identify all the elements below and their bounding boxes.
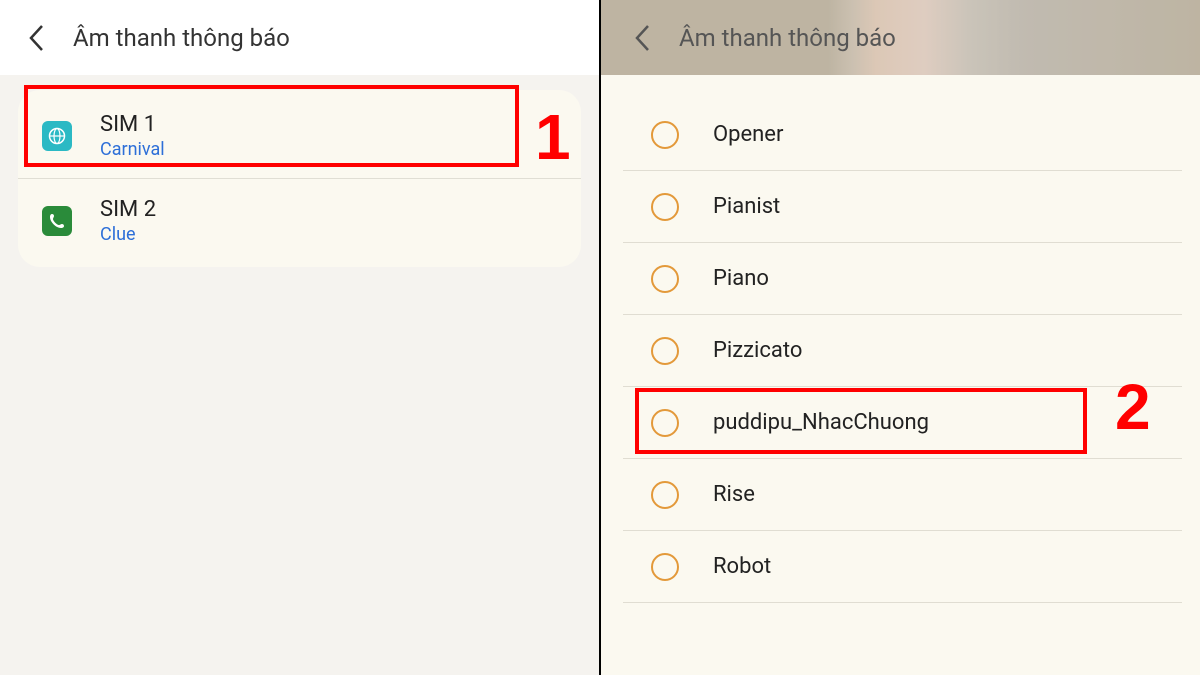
sound-label: Pizzicato [713, 338, 802, 363]
sound-item-rise[interactable]: Rise [623, 459, 1182, 531]
chevron-left-icon [634, 24, 652, 52]
sim-2-label: SIM 2 [100, 197, 156, 222]
sound-list-card: Opener Pianist Piano Pizzicato puddipu_N… [623, 99, 1182, 603]
radio-icon [651, 193, 679, 221]
radio-icon [651, 409, 679, 437]
sim-1-sub: Carnival [100, 139, 165, 160]
left-header: Âm thanh thông báo [0, 0, 599, 75]
sim-1-texts: SIM 1 Carnival [100, 112, 165, 160]
sim-list-card: SIM 1 Carnival SIM 2 Clue [18, 90, 581, 267]
sim-phone-icon [42, 206, 72, 236]
sound-label: Pianist [713, 194, 780, 219]
left-pane: Âm thanh thông báo SIM 1 Carnival [0, 0, 599, 675]
sound-label: Piano [713, 266, 769, 291]
sim-item-1[interactable]: SIM 1 Carnival [18, 94, 581, 178]
sim-2-sub: Clue [100, 224, 156, 245]
radio-icon [651, 553, 679, 581]
page-title-right: Âm thanh thông báo [679, 24, 896, 52]
sound-label: Robot [713, 554, 771, 579]
sound-label: puddipu_NhacChuong [713, 410, 929, 435]
radio-icon [651, 121, 679, 149]
sound-item-pizzicato[interactable]: Pizzicato [623, 315, 1182, 387]
radio-icon [651, 337, 679, 365]
sound-label: Opener [713, 122, 783, 147]
right-header: Âm thanh thông báo [601, 0, 1200, 75]
sim-globe-icon [42, 121, 72, 151]
sim-item-2[interactable]: SIM 2 Clue [18, 178, 581, 263]
sim-1-label: SIM 1 [100, 112, 165, 137]
sim-2-texts: SIM 2 Clue [100, 197, 156, 245]
sound-item-puddipu[interactable]: puddipu_NhacChuong [623, 387, 1182, 459]
sound-item-opener[interactable]: Opener [623, 99, 1182, 171]
radio-icon [651, 481, 679, 509]
radio-icon [651, 265, 679, 293]
sound-item-piano[interactable]: Piano [623, 243, 1182, 315]
sound-label: Rise [713, 482, 755, 507]
back-button-right[interactable] [631, 26, 655, 50]
sound-item-pianist[interactable]: Pianist [623, 171, 1182, 243]
sound-item-robot[interactable]: Robot [623, 531, 1182, 603]
chevron-left-icon [28, 24, 46, 52]
back-button-left[interactable] [25, 26, 49, 50]
right-pane: Âm thanh thông báo Opener Pianist Piano … [601, 0, 1200, 675]
page-title-left: Âm thanh thông báo [73, 24, 290, 52]
